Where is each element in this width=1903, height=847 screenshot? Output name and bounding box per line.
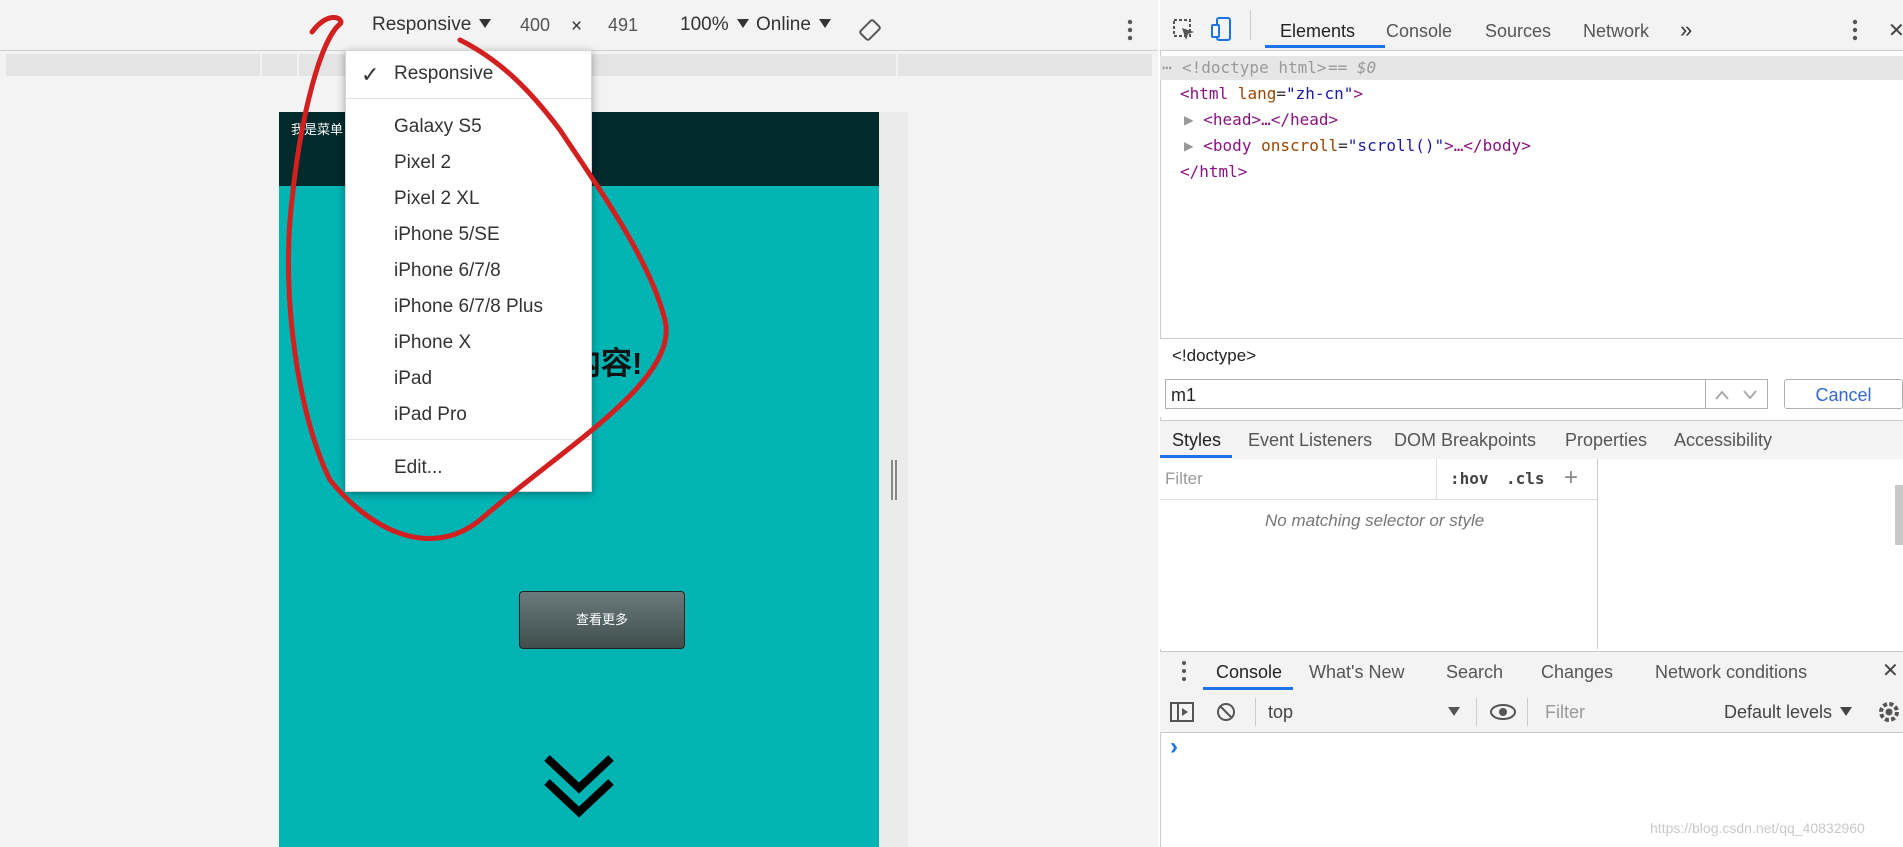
clear-console-icon[interactable]: [1216, 702, 1236, 727]
tab-accessibility[interactable]: Accessibility: [1674, 430, 1772, 451]
log-levels-select[interactable]: Default levels: [1724, 702, 1853, 723]
console-settings-gear-icon[interactable]: [1876, 699, 1902, 730]
console-ref: == $0: [1328, 58, 1377, 77]
cancel-search-button[interactable]: Cancel: [1784, 379, 1903, 409]
watermark: https://blog.csdn.net/qq_40832960: [1650, 820, 1865, 836]
active-tab-indicator: [1203, 687, 1293, 690]
dom-node-body[interactable]: ▶ <body onscroll="scroll()">…</body>: [1184, 136, 1531, 155]
class-toggle[interactable]: .cls: [1506, 469, 1545, 488]
drawer-tab-search[interactable]: Search: [1446, 662, 1503, 683]
html-tag: <html: [1180, 84, 1229, 103]
breadcrumb: <!doctype>: [1160, 338, 1903, 374]
scrollbar-thumb[interactable]: [1895, 485, 1903, 545]
sidebar-toggle-icon[interactable]: [1170, 702, 1194, 727]
log-levels-label: Default levels: [1724, 702, 1833, 722]
toolbar-divider: [1476, 698, 1477, 726]
doctype-node: <!doctype html>: [1182, 58, 1327, 77]
dom-node-html[interactable]: <html lang="zh-cn">: [1180, 84, 1363, 103]
tab-styles[interactable]: Styles: [1172, 430, 1221, 451]
close-devtools-icon[interactable]: ✕: [1888, 18, 1903, 43]
body-tag: <body: [1203, 136, 1252, 155]
customize-devtools-icon[interactable]: [1850, 18, 1860, 47]
console-filter-input[interactable]: Filter: [1545, 702, 1585, 723]
tab-dom-breakpoints[interactable]: DOM Breakpoints: [1394, 430, 1536, 451]
body-tag-rest: >…</body>: [1444, 136, 1531, 155]
onscroll-attribute: onscroll: [1251, 136, 1339, 155]
active-tab-indicator: [1160, 455, 1232, 458]
no-match-message: No matching selector or style: [1265, 511, 1485, 530]
search-nav: [1706, 379, 1768, 409]
expand-triangle-icon[interactable]: ▶: [1184, 110, 1194, 129]
tag-bracket: >: [1353, 84, 1364, 103]
live-expression-eye-icon[interactable]: [1490, 703, 1516, 726]
drawer-tab-network-conditions[interactable]: Network conditions: [1655, 662, 1807, 683]
tab-elements[interactable]: Elements: [1280, 21, 1355, 42]
lang-value: "zh-cn": [1285, 84, 1354, 103]
dom-node-html-close[interactable]: </html>: [1180, 162, 1247, 181]
new-style-rule-icon[interactable]: +: [1564, 464, 1578, 492]
tab-properties[interactable]: Properties: [1565, 430, 1647, 451]
devtools-tabbar: Elements Console Sources Network » ✕: [1160, 0, 1903, 51]
close-drawer-icon[interactable]: ✕: [1882, 658, 1899, 683]
active-tab-indicator: [1265, 45, 1385, 48]
device-toolbar-icon[interactable]: [1210, 16, 1234, 47]
ellipsis-icon: ⋯: [1162, 58, 1172, 77]
inspect-element-icon[interactable]: [1172, 18, 1196, 47]
search-prev-icon[interactable]: [1714, 388, 1730, 406]
dom-node-head[interactable]: ▶ <head>…</head>: [1184, 110, 1338, 129]
computed-pane: [1598, 459, 1903, 649]
toolbar-divider: [1255, 698, 1256, 726]
hover-state-toggle[interactable]: :hov: [1450, 469, 1489, 488]
toolbar-divider: [1527, 698, 1528, 726]
lang-attribute: lang: [1228, 84, 1277, 103]
drawer-tab-whats-new[interactable]: What's New: [1309, 662, 1404, 683]
head-tag: <head>…</head>: [1203, 110, 1339, 129]
drawer-tab-console[interactable]: Console: [1216, 662, 1282, 683]
tab-network[interactable]: Network: [1583, 21, 1649, 42]
tab-console[interactable]: Console: [1386, 21, 1452, 42]
search-next-icon[interactable]: [1742, 388, 1758, 406]
tab-divider: [1250, 10, 1251, 40]
onscroll-value: "scroll()": [1347, 136, 1445, 155]
breadcrumb-item[interactable]: <!doctype>: [1172, 346, 1256, 366]
toolbar-divider: [1436, 459, 1437, 499]
more-tabs-icon[interactable]: »: [1680, 17, 1692, 43]
tab-event-listeners[interactable]: Event Listeners: [1248, 430, 1372, 451]
styles-filter-input[interactable]: Filter: [1165, 465, 1435, 493]
html-close-tag: </html>: [1180, 162, 1248, 181]
console-prompt-icon[interactable]: ›: [1170, 733, 1178, 761]
tab-sources[interactable]: Sources: [1485, 21, 1551, 42]
dom-node-selected[interactable]: ⋯ <!doctype html> == $0: [1160, 56, 1903, 80]
context-selector[interactable]: top: [1268, 702, 1293, 723]
drawer-menu-icon[interactable]: [1180, 660, 1188, 687]
drawer-tab-changes[interactable]: Changes: [1541, 662, 1613, 683]
dom-search-input[interactable]: m1: [1165, 379, 1706, 409]
caret-down-icon: [1840, 707, 1853, 716]
caret-down-icon[interactable]: [1448, 705, 1460, 723]
expand-triangle-icon[interactable]: ▶: [1184, 136, 1194, 155]
red-annotation-circle: [285, 15, 669, 541]
